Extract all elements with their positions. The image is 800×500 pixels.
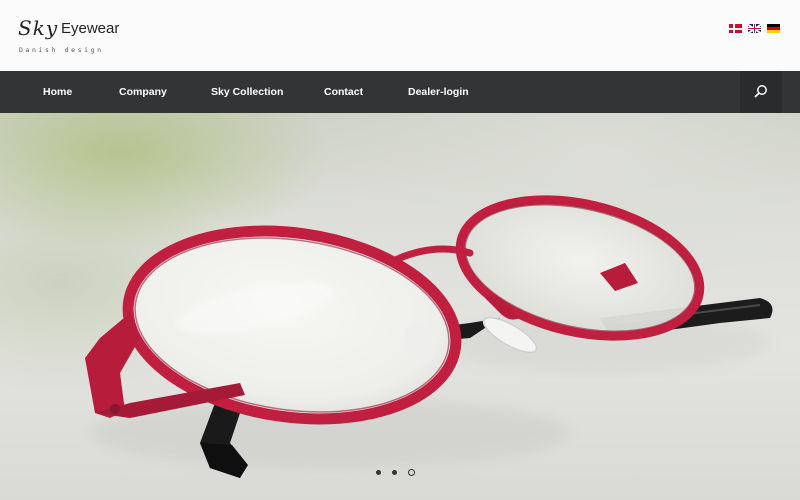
- slider-pagination: [376, 469, 415, 476]
- nav-item-sky-collection[interactable]: Sky Collection: [211, 71, 283, 113]
- logo-script-text: Sky: [18, 16, 59, 40]
- denmark-flag-icon[interactable]: [729, 24, 742, 33]
- nav-item-contact[interactable]: Contact: [324, 71, 363, 113]
- slider-dot-3-active[interactable]: [408, 469, 415, 476]
- logo[interactable]: Sky Eyewear Danish design: [18, 16, 138, 60]
- hero-slider: [0, 113, 800, 500]
- site-header: Sky Eyewear Danish design: [0, 0, 800, 71]
- nav-item-dealer-login[interactable]: Dealer-login: [408, 71, 469, 113]
- search-button[interactable]: [740, 71, 782, 113]
- uk-flag-icon[interactable]: [748, 24, 761, 33]
- red-eyeglasses-image: [85, 195, 773, 478]
- nav-item-home[interactable]: Home: [43, 71, 72, 113]
- germany-flag-icon[interactable]: [767, 24, 780, 33]
- slider-dot-1[interactable]: [376, 470, 381, 475]
- language-switcher: [729, 24, 780, 33]
- logo-brand-text: Eyewear: [61, 20, 120, 37]
- search-icon: [754, 85, 767, 98]
- logo-tagline: Danish design: [19, 46, 104, 54]
- slider-dot-2[interactable]: [392, 470, 397, 475]
- nav-item-company[interactable]: Company: [119, 71, 167, 113]
- main-navigation: Home Company Sky Collection Contact Deal…: [0, 71, 800, 113]
